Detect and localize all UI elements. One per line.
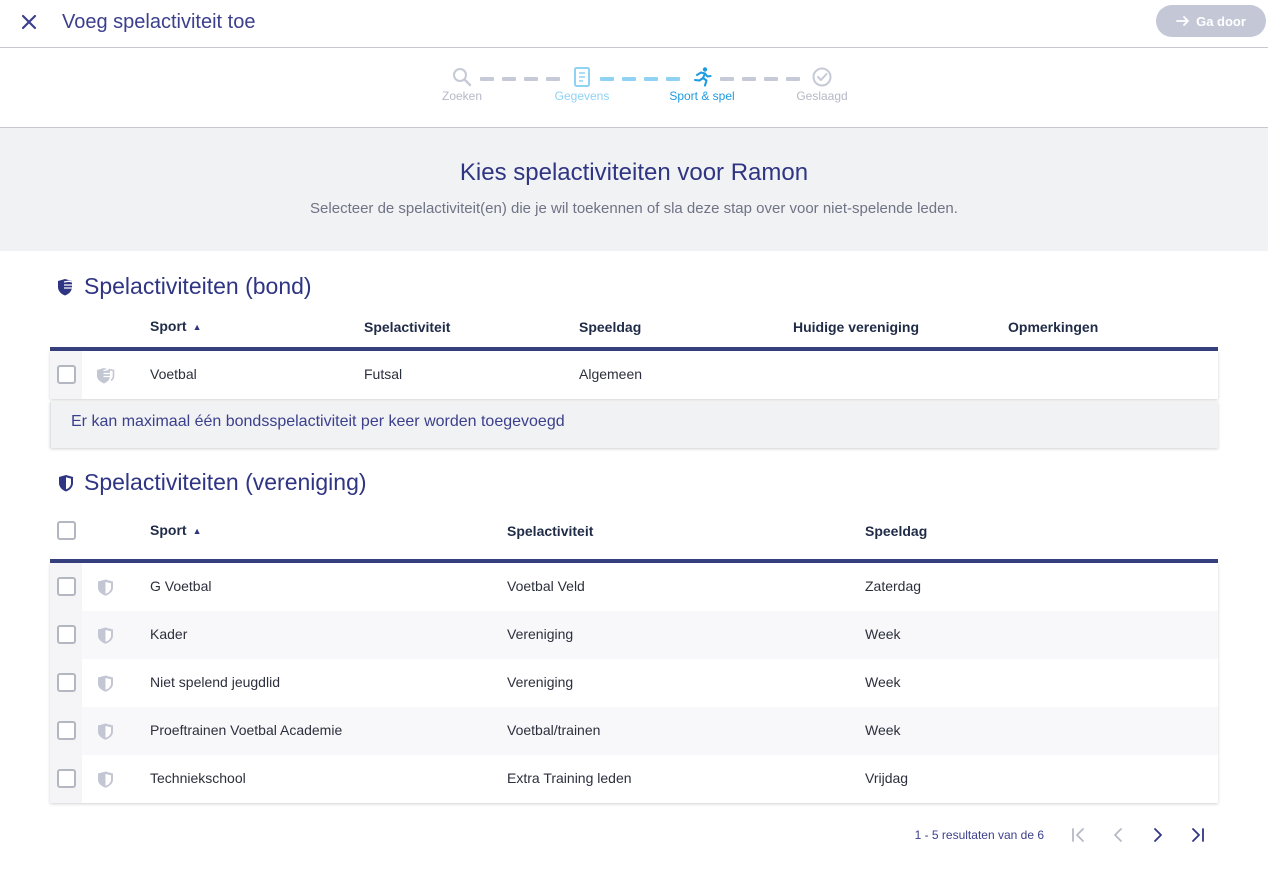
club-shield-icon <box>98 771 113 788</box>
cell-sport: Techniekschool <box>150 770 246 786</box>
table-row[interactable]: Techniekschool Extra Training leden Vrij… <box>50 755 1218 803</box>
row-checkbox[interactable] <box>57 721 76 740</box>
club-shield-icon <box>98 723 113 740</box>
intro-banner: Kies spelactiviteiten voor Ramon Selecte… <box>0 128 1268 251</box>
cell-sport: Voetbal <box>150 366 197 382</box>
bond-section-heading: Spelactiviteiten (bond) <box>56 273 312 300</box>
continue-button[interactable]: Ga door <box>1156 5 1266 37</box>
club-shield-icon <box>98 627 113 644</box>
step-zoeken: Zoeken <box>417 66 507 103</box>
form-icon <box>574 67 590 87</box>
club-shield-icon <box>98 579 113 596</box>
sort-ascending-icon: ▲ <box>192 322 202 332</box>
step-label: Sport & spel <box>669 89 735 103</box>
bond-shield-icon <box>97 368 115 384</box>
row-checkbox[interactable] <box>57 577 76 596</box>
step-label: Zoeken <box>441 89 483 103</box>
bond-shield-icon <box>58 278 74 295</box>
cell-sport: Proeftrainen Voetbal Academie <box>150 722 343 738</box>
pagination: 1 - 5 resultaten van de 6 <box>915 822 1218 848</box>
cell-spelactiviteit: Extra Training leden <box>507 770 632 786</box>
banner-subtitle: Selecteer de spelactiviteit(en) die je w… <box>310 200 958 217</box>
continue-button-label: Ga door <box>1196 13 1246 29</box>
club-shield-icon <box>59 474 73 491</box>
cell-speeldag: Week <box>865 722 901 738</box>
cell-spelactiviteit: Voetbal Veld <box>507 578 585 594</box>
column-header-spelactiviteit: Spelactiviteit <box>364 319 451 335</box>
table-row[interactable]: Proeftrainen Voetbal Academie Voetbal/tr… <box>50 707 1218 755</box>
last-page-icon <box>1192 828 1204 842</box>
column-header-speeldag: Speeldag <box>865 523 928 539</box>
bond-heading-label: Spelactiviteiten (bond) <box>84 273 312 299</box>
cell-speeldag: Week <box>865 674 901 690</box>
cell-speeldag: Algemeen <box>579 366 643 382</box>
arrow-right-icon <box>1176 16 1189 26</box>
sort-ascending-icon: ▲ <box>192 526 202 536</box>
club-table: Sport ▲ Spelactiviteit Speeldag G Voetbal… <box>50 510 1218 804</box>
bond-table-body: Voetbal Futsal Algemeen <box>50 351 1218 399</box>
cell-speeldag: Zaterdag <box>865 578 922 594</box>
banner-title: Kies spelactiviteiten voor Ramon <box>459 159 809 186</box>
club-section-heading: Spelactiviteiten (vereniging) <box>56 469 367 496</box>
row-checkbox[interactable] <box>57 673 76 692</box>
club-table-body: G Voetbal Voetbal Veld Zaterdag Kader Ve… <box>50 563 1218 803</box>
previous-page-button[interactable] <box>1098 822 1138 848</box>
step-geslaagd: Geslaagd <box>777 66 867 103</box>
cell-sport: Kader <box>150 626 188 642</box>
runner-icon <box>693 67 712 87</box>
step-sport-spel: Sport & spel <box>657 66 747 103</box>
club-heading-label: Spelactiviteiten (vereniging) <box>84 469 367 495</box>
step-gegevens: Gegevens <box>537 66 627 103</box>
step-label: Geslaagd <box>796 89 848 103</box>
search-icon <box>453 68 472 87</box>
cell-sport: Niet spelend jeugdlid <box>150 674 280 690</box>
club-shield-icon <box>98 675 113 692</box>
check-circle-icon <box>812 67 832 87</box>
column-header-opmerkingen: Opmerkingen <box>1008 319 1099 335</box>
bond-limit-notice: Er kan maximaal één bondsspelactiviteit … <box>50 402 1218 448</box>
step-label: Gegevens <box>554 89 610 103</box>
first-page-icon <box>1072 828 1084 842</box>
table-row[interactable]: Voetbal Futsal Algemeen <box>50 351 1218 399</box>
bond-table: Sport ▲ Spelactiviteit Speeldag Huidige v… <box>50 306 1218 448</box>
cell-sport: G Voetbal <box>150 578 212 594</box>
cell-speeldag: Vrijdag <box>865 770 909 786</box>
column-header-sport[interactable]: Sport ▲ <box>150 522 201 538</box>
column-header-speeldag: Speeldag <box>579 319 642 335</box>
page-title: Voeg spelactiviteit toe <box>62 11 256 33</box>
row-checkbox[interactable] <box>57 365 76 384</box>
cell-spelactiviteit: Voetbal/trainen <box>507 722 601 738</box>
progress-stepper: Zoeken Gegevens Sport & spel Geslaagd <box>0 48 1268 128</box>
cell-spelactiviteit: Futsal <box>364 366 403 382</box>
cell-speeldag: Week <box>865 626 901 642</box>
table-row[interactable]: Kader Vereniging Week <box>50 611 1218 659</box>
top-bar: Voeg spelactiviteit toe Ga door <box>0 0 1268 48</box>
row-checkbox[interactable] <box>57 769 76 788</box>
first-page-button[interactable] <box>1058 822 1098 848</box>
chevron-left-icon <box>1114 828 1122 842</box>
cell-spelactiviteit: Vereniging <box>507 674 574 690</box>
row-checkbox[interactable] <box>57 625 76 644</box>
next-page-button[interactable] <box>1138 822 1178 848</box>
select-all-checkbox[interactable] <box>57 521 76 540</box>
pagination-summary: 1 - 5 resultaten van de 6 <box>914 828 1044 842</box>
column-header-sport[interactable]: Sport ▲ <box>150 318 201 334</box>
chevron-right-icon <box>1154 828 1162 842</box>
column-header-spelactiviteit: Spelactiviteit <box>507 523 594 539</box>
cell-spelactiviteit: Vereniging <box>507 626 574 642</box>
table-row[interactable]: Niet spelend jeugdlid Vereniging Week <box>50 659 1218 707</box>
close-icon[interactable] <box>17 10 41 34</box>
column-header-huidige-vereniging: Huidige vereniging <box>793 319 920 335</box>
table-row[interactable]: G Voetbal Voetbal Veld Zaterdag <box>50 563 1218 611</box>
last-page-button[interactable] <box>1178 822 1218 848</box>
